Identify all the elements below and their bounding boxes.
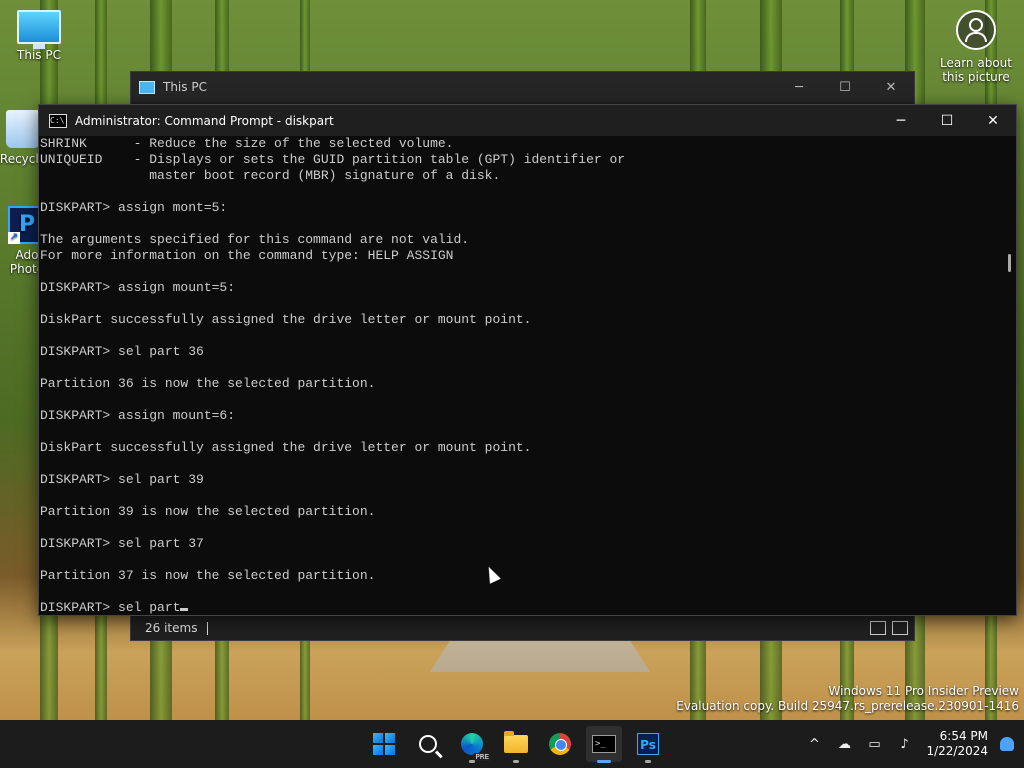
windows-start-icon xyxy=(373,733,395,755)
shortcut-arrow-icon: ↗ xyxy=(8,232,20,244)
taskbar-file-explorer[interactable] xyxy=(498,726,534,763)
photoshop-taskbar-icon: Ps xyxy=(637,733,659,755)
learn-about-picture[interactable]: Learn about this picture xyxy=(936,10,1016,84)
recycle-bin-icon xyxy=(6,110,40,148)
text-cursor xyxy=(180,608,189,611)
clock[interactable]: 6:54 PM 1/22/2024 xyxy=(926,729,988,759)
console-line: DISKPART> sel part 36 xyxy=(40,344,204,359)
cmd-icon: C:\ xyxy=(49,113,67,128)
file-explorer-icon xyxy=(504,731,528,753)
learn-picture-icon xyxy=(956,10,996,50)
cmd-maximize-button[interactable]: ☐ xyxy=(924,113,970,129)
desktop-icon-this-pc[interactable]: This PC xyxy=(4,10,74,62)
console-line: DISKPART> assign mont=5: xyxy=(40,200,228,215)
command-prompt-window: C:\ Administrator: Command Prompt - disk… xyxy=(38,104,1017,616)
console-line: DiskPart successfully assigned the drive… xyxy=(40,312,532,327)
network-icon[interactable]: ▭ xyxy=(862,737,886,752)
start-button[interactable] xyxy=(366,726,402,762)
console-line: Partition 37 is now the selected partiti… xyxy=(40,568,376,583)
cmd-minimize-button[interactable]: ─ xyxy=(878,113,924,129)
cmd-scrollbar[interactable] xyxy=(1002,136,1016,615)
chrome-icon xyxy=(549,733,571,755)
console-line: DISKPART> assign mount=6: xyxy=(40,408,236,423)
console-line: Partition 36 is now the selected partiti… xyxy=(40,376,376,391)
onedrive-offline-icon[interactable]: ☁ xyxy=(832,737,856,752)
this-pc-icon xyxy=(17,10,61,49)
taskbar-edge[interactable]: PRE xyxy=(454,726,491,763)
explorer-close-button[interactable]: ✕ xyxy=(868,80,914,95)
console-line: DiskPart successfully assigned the drive… xyxy=(40,440,532,455)
cmd-titlebar[interactable]: C:\ Administrator: Command Prompt - disk… xyxy=(39,105,1016,136)
cmd-title: Administrator: Command Prompt - diskpart xyxy=(75,113,334,128)
explorer-minimize-button[interactable]: ─ xyxy=(776,80,822,95)
volume-muted-icon[interactable]: ♪ xyxy=(892,737,916,752)
search-button[interactable] xyxy=(410,726,446,762)
taskbar-terminal[interactable]: >_ xyxy=(586,726,622,763)
console-line: For more information on the command type… xyxy=(40,248,454,263)
console-line: Partition 39 is now the selected partiti… xyxy=(40,504,376,519)
console-line: The arguments specified for this command… xyxy=(40,232,470,247)
details-view-icon[interactable] xyxy=(870,621,886,635)
terminal-icon: >_ xyxy=(592,735,616,753)
notification-bell-icon[interactable] xyxy=(1000,737,1014,751)
cmd-scroll-thumb[interactable] xyxy=(1008,254,1011,272)
explorer-titlebar[interactable]: This PC ─ ☐ ✕ xyxy=(131,72,914,102)
taskbar: PRE >_ Ps ^ ☁ ▭ ♪ 6:54 PM 1/22/2024 xyxy=(0,720,1024,768)
cmd-close-button[interactable]: ✕ xyxy=(970,113,1016,129)
taskbar-photoshop[interactable]: Ps xyxy=(630,726,666,763)
edge-browser-icon: PRE xyxy=(461,733,491,761)
explorer-maximize-button[interactable]: ☐ xyxy=(822,80,868,95)
console-line: SHRINK - Reduce the size of the selected… xyxy=(40,136,454,151)
item-count: 26 items xyxy=(145,621,198,635)
console-line: DISKPART> assign mount=5: xyxy=(40,280,236,295)
console-line: UNIQUEID - Displays or sets the GUID par… xyxy=(40,152,626,167)
explorer-statusbar: 26 items xyxy=(131,616,914,640)
tiles-view-icon[interactable] xyxy=(892,621,908,635)
this-pc-icon xyxy=(139,80,155,94)
console-output[interactable]: SHRINK - Reduce the size of the selected… xyxy=(40,136,1002,615)
taskbar-chrome[interactable] xyxy=(542,726,578,762)
console-prompt-line[interactable]: DISKPART> sel part xyxy=(40,600,1002,615)
evaluation-watermark: Windows 11 Pro Insider Preview Evaluatio… xyxy=(676,684,1019,713)
status-separator xyxy=(207,621,209,635)
show-hidden-icons-chevron-icon[interactable]: ^ xyxy=(802,737,826,752)
explorer-title: This PC xyxy=(163,80,207,94)
system-tray: ^ ☁ ▭ ♪ 6:54 PM 1/22/2024 xyxy=(796,720,1014,768)
console-line: master boot record (MBR) signature of a … xyxy=(40,168,501,183)
console-line: DISKPART> sel part 39 xyxy=(40,472,204,487)
console-line: DISKPART> sel part 37 xyxy=(40,536,204,551)
search-icon xyxy=(419,735,437,753)
